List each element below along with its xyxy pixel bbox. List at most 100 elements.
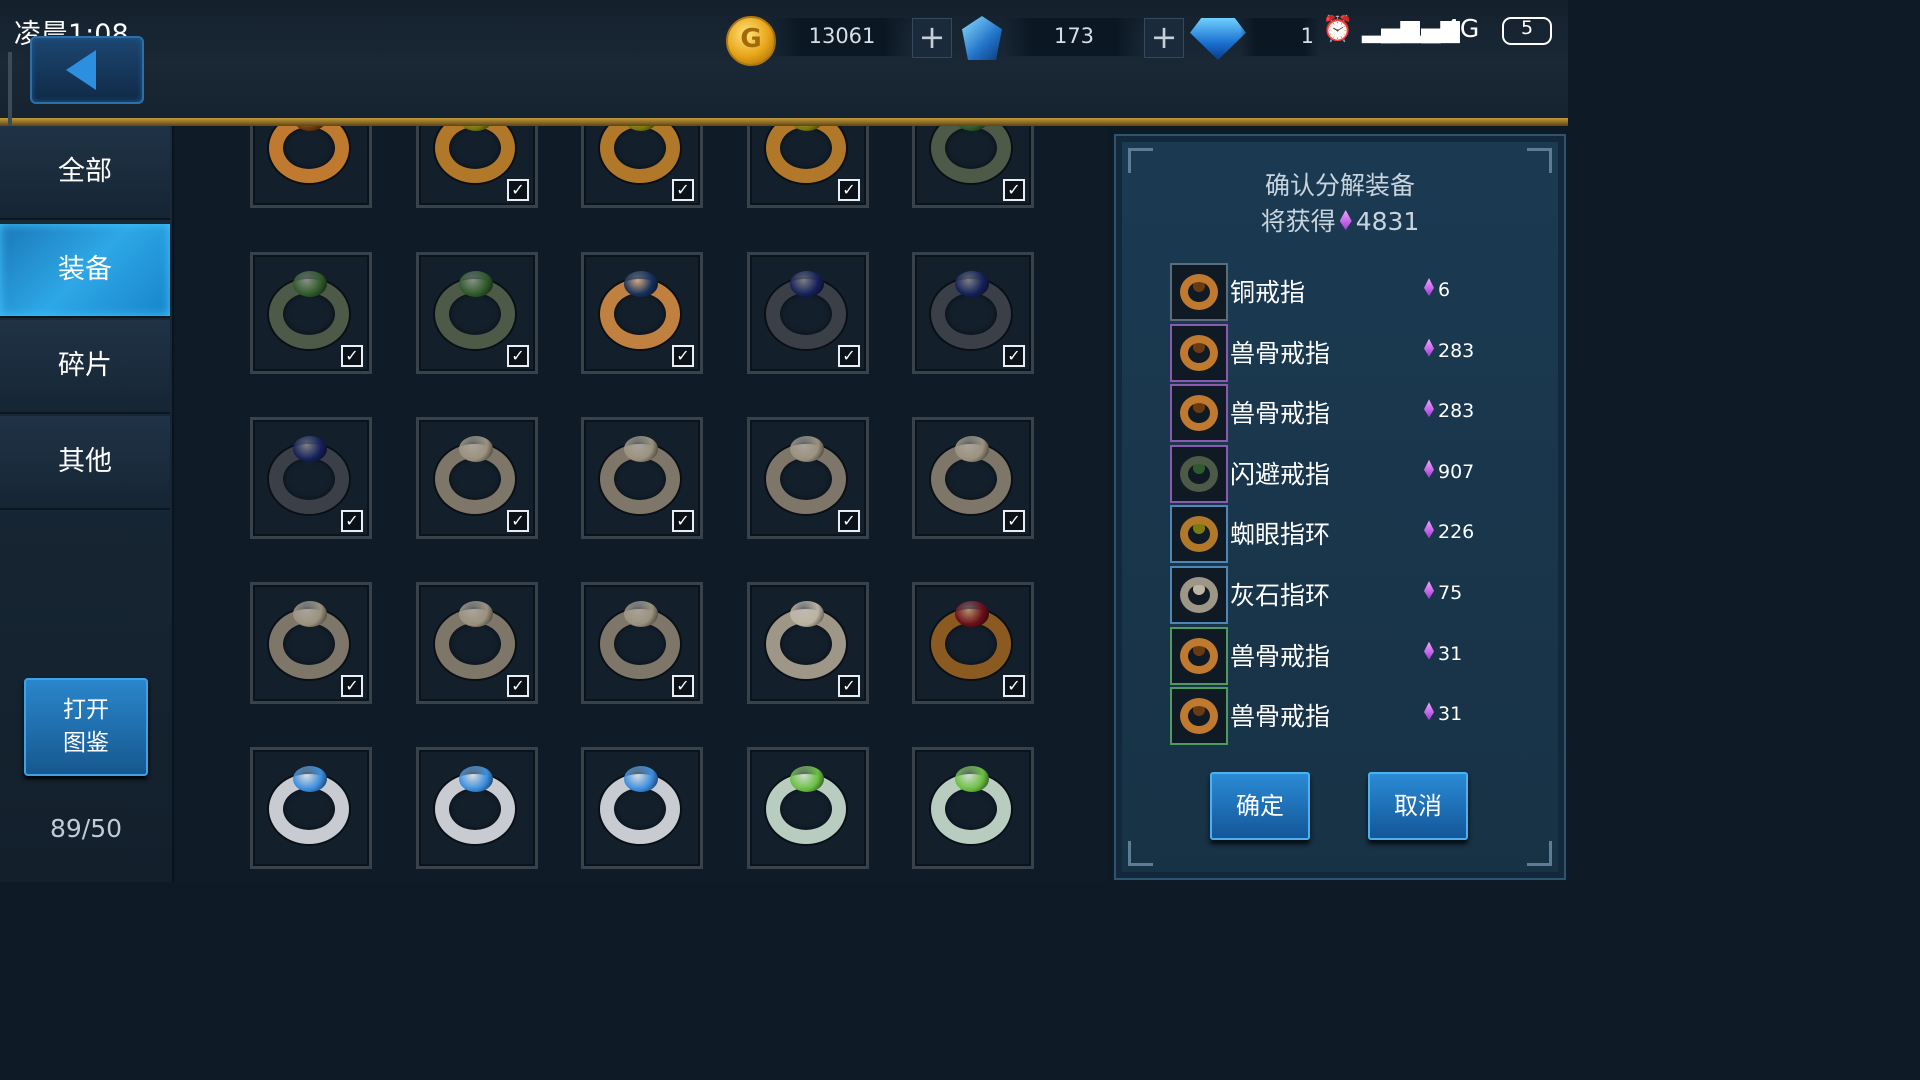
purple-gem-icon [1424, 702, 1434, 721]
selected-checkbox[interactable]: ✓ [507, 510, 529, 532]
item-slot[interactable]: ✓ [416, 417, 538, 539]
item-name: 蜘眼指环 [1230, 520, 1331, 550]
back-arrow-icon [66, 50, 96, 90]
crystal-amount: 173 [1053, 24, 1095, 48]
tab-label: 碎片 [58, 350, 112, 381]
add-crystal-button[interactable]: + [1144, 18, 1184, 58]
ruby-band-ring-icon [925, 599, 1021, 685]
back-button[interactable] [30, 36, 144, 104]
selected-checkbox[interactable]: ✓ [507, 179, 529, 201]
copper-ring-icon [1170, 323, 1228, 382]
purple-gem-icon [1424, 399, 1434, 418]
edge-decoration [8, 52, 12, 132]
tab-label: 全部 [58, 156, 112, 187]
selected-checkbox[interactable]: ✓ [672, 510, 694, 532]
tab-equipment[interactable]: 装备 [0, 224, 170, 318]
selected-checkbox[interactable]: ✓ [672, 179, 694, 201]
item-slot[interactable]: ✓ [416, 252, 538, 374]
item-name: 闪避戒指 [1230, 459, 1331, 489]
gold-amount: 13061 [808, 24, 876, 48]
item-amount: 31 [1438, 703, 1463, 726]
diamond-amount: 1 [1300, 24, 1314, 48]
selected-checkbox[interactable]: ✓ [341, 510, 363, 532]
item-slot[interactable] [250, 126, 372, 208]
selected-checkbox[interactable]: ✓ [1003, 675, 1025, 697]
item-slot[interactable]: ✓ [747, 252, 869, 374]
selected-checkbox[interactable]: ✓ [838, 179, 860, 201]
item-slot[interactable]: ✓ [581, 252, 703, 374]
open-codex-button[interactable]: 打开 图鉴 [24, 678, 148, 776]
silver-blue-ring-icon [263, 764, 359, 850]
green-signet-ring-icon [429, 269, 525, 355]
selected-checkbox[interactable]: ✓ [341, 345, 363, 367]
item-slot[interactable]: ✓ [250, 417, 372, 539]
item-slot[interactable] [416, 747, 538, 869]
selected-checkbox[interactable]: ✓ [672, 345, 694, 367]
cancel-button[interactable]: 取消 [1368, 772, 1468, 840]
add-gold-button[interactable]: + [912, 18, 952, 58]
item-slot[interactable]: ✓ [581, 582, 703, 704]
purple-gem-icon [1339, 210, 1352, 230]
top-bar: 凌晨1:08 G 13061 + 173 + 1 ⏰ ▂▄▆ ▂▄▆ 4G 5 [0, 0, 1568, 132]
item-slot[interactable]: ✓ [912, 126, 1034, 208]
item-slot[interactable] [581, 747, 703, 869]
item-slot[interactable]: ✓ [747, 126, 869, 208]
decompose-item-row: 兽骨戒指 31 [1168, 626, 1508, 685]
confirm-button[interactable]: 确定 [1210, 772, 1310, 840]
dialog-title: 确认分解装备 [1264, 171, 1415, 200]
corner-ornament [1128, 841, 1153, 866]
item-slot[interactable] [250, 747, 372, 869]
diamond-counter: 1 [1240, 18, 1320, 56]
decompose-item-row: 闪避戒指 907 [1168, 444, 1508, 503]
open-codex-label-2: 图鉴 [63, 730, 109, 756]
selected-checkbox[interactable]: ✓ [507, 345, 529, 367]
selected-checkbox[interactable]: ✓ [1003, 510, 1025, 532]
selected-checkbox[interactable]: ✓ [341, 675, 363, 697]
decompose-confirm-dialog: 确认分解装备 将获得 4831 铜戒指 6 兽骨戒指 283 兽骨戒指 283 闪避戒指 907… [1114, 134, 1566, 880]
open-codex-label-1: 打开 [63, 697, 109, 723]
item-slot[interactable]: ✓ [416, 582, 538, 704]
selected-checkbox[interactable]: ✓ [838, 510, 860, 532]
selected-checkbox[interactable]: ✓ [1003, 345, 1025, 367]
laurel-blue-ring-icon [594, 269, 690, 355]
item-slot[interactable] [747, 747, 869, 869]
diamond-icon [1190, 18, 1246, 60]
dark-sapphire-ring-icon [760, 269, 856, 355]
item-slot[interactable]: ✓ [912, 252, 1034, 374]
selected-checkbox[interactable]: ✓ [507, 675, 529, 697]
item-slot[interactable]: ✓ [581, 417, 703, 539]
item-slot[interactable]: ✓ [747, 417, 869, 539]
item-slot[interactable] [912, 747, 1034, 869]
tab-other[interactable]: 其他 [0, 416, 170, 510]
top-bar-divider [0, 118, 1568, 126]
item-slot[interactable]: ✓ [416, 126, 538, 208]
pale-stone-ring-icon [760, 599, 856, 685]
purple-gem-icon [1424, 278, 1434, 296]
selected-checkbox[interactable]: ✓ [1003, 179, 1025, 201]
selected-checkbox[interactable]: ✓ [672, 675, 694, 697]
bag-capacity: 89/50 [49, 814, 123, 843]
item-slot[interactable]: ✓ [747, 582, 869, 704]
tab-fragments[interactable]: 碎片 [0, 320, 170, 414]
corner-ornament [1527, 841, 1552, 866]
selected-checkbox[interactable]: ✓ [838, 675, 860, 697]
green-signet-ring-icon [1170, 444, 1228, 503]
item-slot[interactable]: ✓ [250, 582, 372, 704]
gain-label: 将获得 [1260, 207, 1336, 236]
tab-all[interactable]: 全部 [0, 126, 170, 220]
decompose-item-list[interactable]: 铜戒指 6 兽骨戒指 283 兽骨戒指 283 闪避戒指 907 蜘眼指环 226 灰石指环 75 兽骨… [1168, 262, 1508, 758]
item-amount: 31 [1438, 642, 1463, 665]
item-slot[interactable]: ✓ [581, 126, 703, 208]
grey-stone-ring-icon [429, 599, 525, 685]
item-slot[interactable]: ✓ [912, 582, 1034, 704]
item-name: 兽骨戒指 [1230, 338, 1331, 368]
item-slot[interactable]: ✓ [250, 252, 372, 374]
copper-ring-icon [1170, 687, 1228, 746]
gold-coin-icon: G [726, 16, 776, 66]
dark-sapphire-ring-icon [925, 269, 1021, 355]
battery-icon: 5 [1502, 17, 1552, 45]
pale-stone-ring-icon [1170, 566, 1228, 624]
selected-checkbox[interactable]: ✓ [838, 345, 860, 367]
silver-blue-ring-icon [429, 764, 525, 850]
item-slot[interactable]: ✓ [912, 417, 1034, 539]
